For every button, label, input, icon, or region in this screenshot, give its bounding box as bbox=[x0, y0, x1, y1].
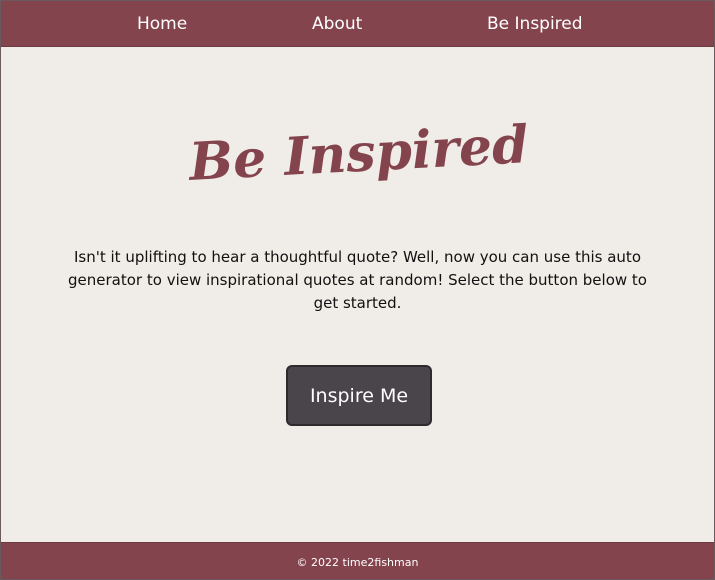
nav-link-be-inspired[interactable]: Be Inspired bbox=[487, 13, 583, 35]
page-title-script: Be Inspired bbox=[186, 114, 530, 193]
inspire-me-button[interactable]: Inspire Me bbox=[286, 365, 432, 426]
nav-link-home[interactable]: Home bbox=[137, 13, 187, 35]
nav-link-about[interactable]: About bbox=[312, 13, 362, 35]
page-title: Be Inspired bbox=[1, 109, 714, 199]
top-navbar: Home About Be Inspired bbox=[1, 1, 714, 47]
page-frame: Home About Be Inspired Be Inspired Isn't… bbox=[0, 0, 715, 580]
footer-copyright: © 2022 time2fishman bbox=[296, 556, 419, 569]
intro-paragraph: Isn't it uplifting to hear a thoughtful … bbox=[68, 248, 647, 312]
footer: © 2022 time2fishman bbox=[1, 542, 714, 579]
page-title-text: Be Inspired bbox=[186, 114, 530, 193]
